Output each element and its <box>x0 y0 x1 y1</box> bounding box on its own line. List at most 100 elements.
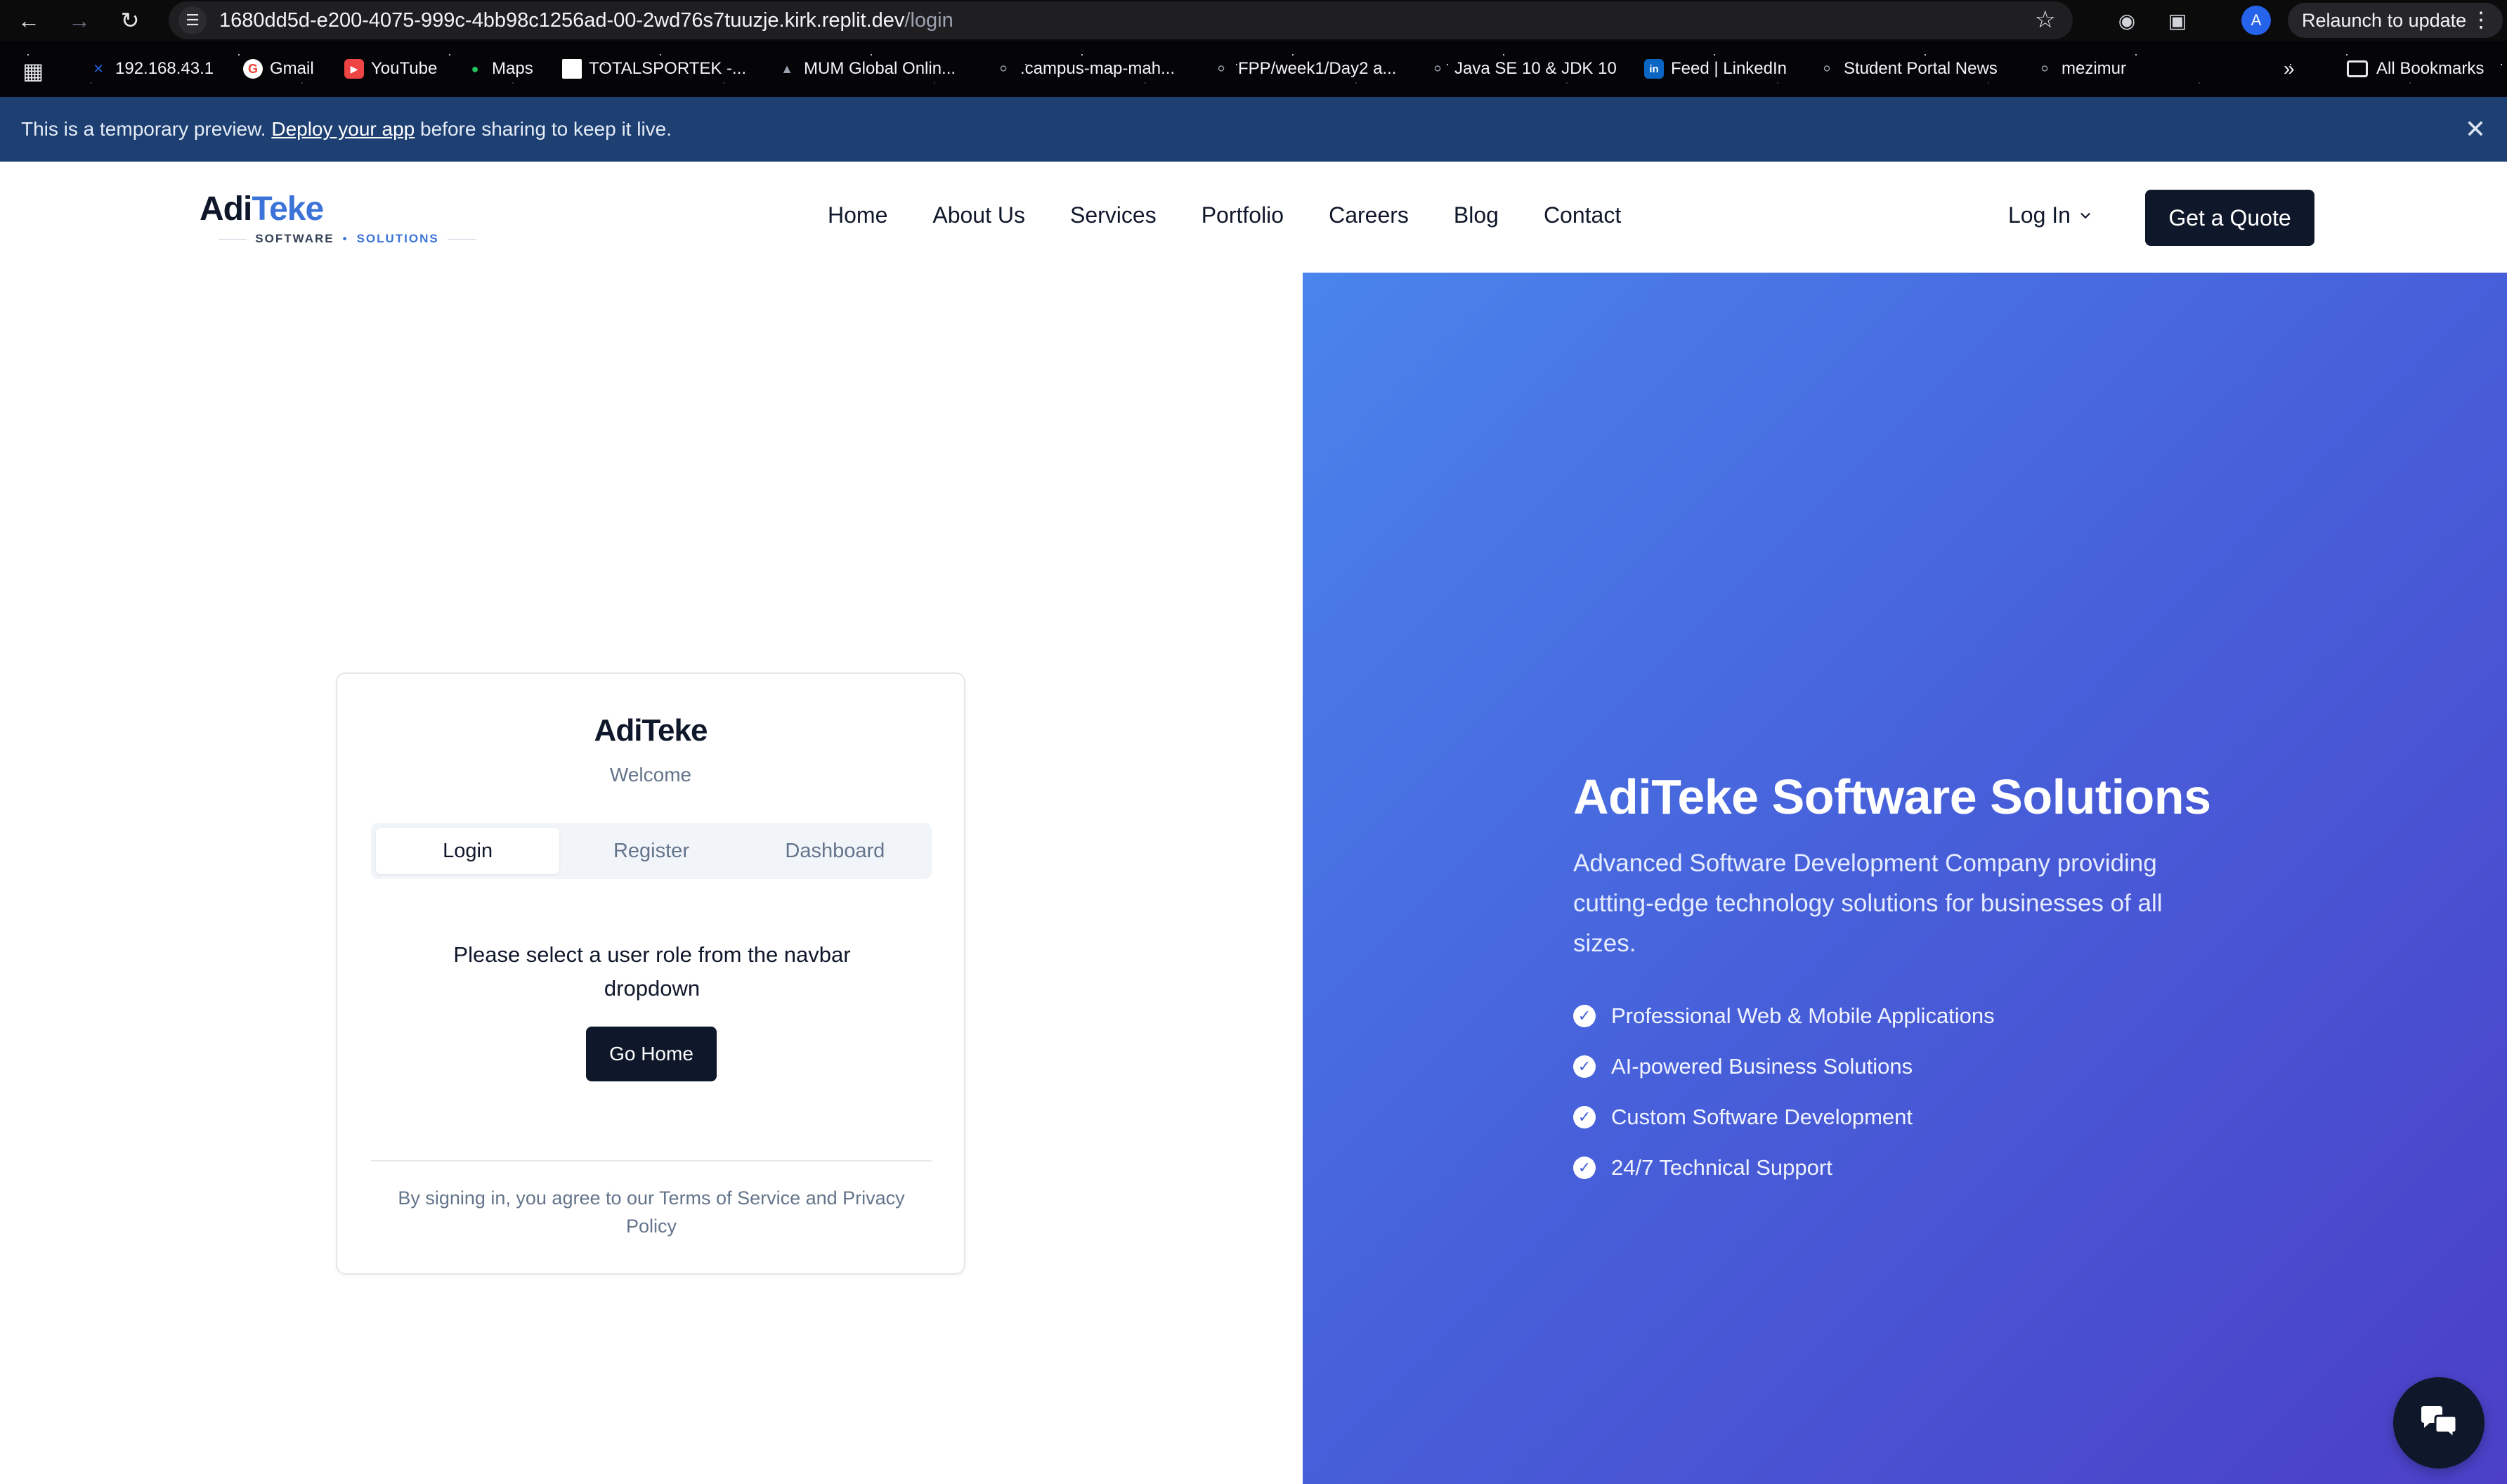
feature-item: ✓ Professional Web & Mobile Applications <box>1573 991 1995 1041</box>
check-circle-icon: ✓ <box>1573 1005 1596 1027</box>
nav-careers[interactable]: Careers <box>1329 202 1409 228</box>
card-divider <box>371 1160 932 1161</box>
nav-services[interactable]: Services <box>1070 202 1157 228</box>
card-title: AdiTeke <box>594 713 708 748</box>
tagline-rule <box>447 238 476 240</box>
get-quote-button[interactable]: Get a Quote <box>2145 190 2314 246</box>
feature-label: Professional Web & Mobile Applications <box>1611 1003 1995 1028</box>
bookmark-item[interactable]: ⚪ .campus-map-mah... <box>994 53 1175 84</box>
tab-register[interactable]: Register <box>559 828 743 874</box>
chat-button[interactable] <box>2393 1377 2485 1469</box>
camera-icon[interactable]: ◉ <box>2112 6 2142 35</box>
feature-item: ✓ AI-powered Business Solutions <box>1573 1041 1995 1092</box>
all-bookmarks-button[interactable]: All Bookmarks <box>2347 53 2484 84</box>
bookmark-item[interactable]: TOTALSPORTEK -... <box>562 53 746 84</box>
logo-teke: Teke <box>252 190 324 228</box>
login-dropdown-label: Log In <box>2008 202 2071 228</box>
feature-item: ✓ Custom Software Development <box>1573 1092 1995 1143</box>
white-square-icon <box>562 59 582 79</box>
bookmark-label: Feed | LinkedIn <box>1671 59 1788 78</box>
more-menu-icon[interactable]: ⋮ <box>2470 3 2492 38</box>
bookmark-label: Student Portal News <box>1844 59 1998 78</box>
nav-portfolio[interactable]: Portfolio <box>1202 202 1284 228</box>
check-circle-icon: ✓ <box>1573 1106 1596 1128</box>
maps-pin-icon: ● <box>471 61 479 76</box>
hero-description: Advanced Software Development Company pr… <box>1573 850 2163 957</box>
more-bookmarks-icon[interactable]: » <box>2284 58 2295 80</box>
main-nav: Home About Us Services Portfolio Careers… <box>828 202 1621 228</box>
reload-icon[interactable]: ↻ <box>114 4 146 37</box>
banner-text-after: before sharing to keep it live. <box>415 118 672 140</box>
profile-avatar[interactable]: A <box>2241 6 2271 35</box>
extensions-icon[interactable]: ▣ <box>2163 6 2192 35</box>
feature-label: Custom Software Development <box>1611 1105 1913 1129</box>
bookmark-label: mezimur <box>2062 59 2127 78</box>
url-path: /login <box>904 9 953 32</box>
terms-text: By signing in, you agree to our Terms of… <box>398 1187 905 1237</box>
bookmark-star-icon[interactable]: ☆ <box>2035 6 2056 34</box>
globe-icon: ⚪ <box>2039 61 2050 76</box>
bookmark-item[interactable]: ▶ YouTube <box>344 53 437 84</box>
bookmark-label: FPP/week1/Day2 a... <box>1238 59 1397 78</box>
check-circle-icon: ✓ <box>1573 1055 1596 1078</box>
bookmark-item[interactable]: G Gmail <box>243 53 314 84</box>
apps-grid-icon[interactable]: ▦ <box>22 58 44 84</box>
bookmarks-bar: ▦ ✕ 192.168.43.1 G Gmail ▶ YouTube ● Maps TO… <box>0 41 2507 97</box>
auth-card: AdiTeke Welcome Login Register Dashboard… <box>336 672 965 1275</box>
banner-text: This is a temporary preview. <box>21 118 272 140</box>
youtube-icon: ▶ <box>344 59 364 79</box>
bookmark-item[interactable]: ⚪ Java SE 10 & JDK 10 <box>1428 53 1616 84</box>
role-message: Please select a user role from the navba… <box>453 942 851 1001</box>
deploy-link[interactable]: Deploy your app <box>271 118 415 140</box>
nav-home[interactable]: Home <box>828 202 887 228</box>
card-subtitle: Welcome <box>609 764 692 786</box>
auth-tabs: Login Register Dashboard <box>371 823 932 879</box>
site-logo[interactable]: AdiTeke SOFTWARE • SOLUTIONS <box>200 190 495 246</box>
bookmark-item[interactable]: ⚪ FPP/week1/Day2 a... <box>1211 53 1396 84</box>
address-bar[interactable]: ☰ 1680dd5d-e200-4075-999c-4bb98c1256ad-0… <box>169 1 2073 39</box>
logo-wordmark: AdiTeke <box>200 190 495 228</box>
tab-dashboard[interactable]: Dashboard <box>743 828 927 874</box>
globe-icon: ⚪ <box>1821 61 1832 76</box>
nav-about-us[interactable]: About Us <box>932 202 1025 228</box>
bookmark-item[interactable]: ▲ MUM Global Onlin... <box>777 53 956 84</box>
site-settings-icon[interactable]: ☰ <box>178 6 207 34</box>
cap-icon: ▲ <box>781 61 793 76</box>
feature-item: ✓ 24/7 Technical Support <box>1573 1143 1995 1193</box>
bookmark-label: Gmail <box>270 59 314 78</box>
bookmark-item[interactable]: ✕ 192.168.43.1 <box>89 53 214 84</box>
check-circle-icon: ✓ <box>1573 1157 1596 1179</box>
logo-tagline: SOFTWARE • SOLUTIONS <box>200 230 495 247</box>
logo-adi: Adi <box>200 190 252 228</box>
all-bookmarks-label: All Bookmarks <box>2376 59 2485 78</box>
browser-toolbar: ← → ↻ ☰ 1680dd5d-e200-4075-999c-4bb98c12… <box>0 0 2507 41</box>
site-header: AdiTeke SOFTWARE • SOLUTIONS Home About … <box>0 162 2507 273</box>
url-host: 1680dd5d-e200-4075-999c-4bb98c1256ad-00-… <box>219 9 905 32</box>
tagline-dot: • <box>342 232 349 245</box>
close-icon[interactable]: ✕ <box>2465 97 2486 162</box>
nav-contact[interactable]: Contact <box>1544 202 1621 228</box>
bookmark-item[interactable]: in Feed | LinkedIn <box>1644 53 1787 84</box>
tab-login[interactable]: Login <box>376 828 560 874</box>
linkedin-icon: in <box>1644 59 1664 79</box>
relaunch-label: Relaunch to update <box>2302 10 2467 31</box>
bookmark-label: 192.168.43.1 <box>115 59 214 78</box>
bookmark-item[interactable]: ⚪ Student Portal News <box>1817 53 1998 84</box>
bookmark-item[interactable]: ● Maps <box>465 53 533 84</box>
url-text[interactable]: 1680dd5d-e200-4075-999c-4bb98c1256ad-00-… <box>219 1 953 39</box>
globe-icon: ⚪ <box>1432 61 1443 76</box>
login-dropdown[interactable]: Log In <box>2008 202 2093 228</box>
feature-list: ✓ Professional Web & Mobile Applications … <box>1573 991 1995 1193</box>
preview-banner: This is a temporary preview. Deploy your… <box>0 97 2507 162</box>
bookmark-label: YouTube <box>371 59 438 78</box>
go-home-button[interactable]: Go Home <box>586 1027 717 1081</box>
x-icon: ✕ <box>93 61 104 76</box>
bookmark-item[interactable]: ⚪ mezimur <box>2035 53 2126 84</box>
feature-label: 24/7 Technical Support <box>1611 1155 1832 1180</box>
nav-blog[interactable]: Blog <box>1454 202 1499 228</box>
hero-title: AdiTeke Software Solutions <box>1573 769 2211 824</box>
chevron-down-icon <box>2081 212 2090 219</box>
forward-arrow-icon[interactable]: → <box>63 4 96 37</box>
relaunch-button[interactable]: Relaunch to update ⋮ <box>2288 3 2503 38</box>
back-arrow-icon[interactable]: ← <box>13 4 45 37</box>
